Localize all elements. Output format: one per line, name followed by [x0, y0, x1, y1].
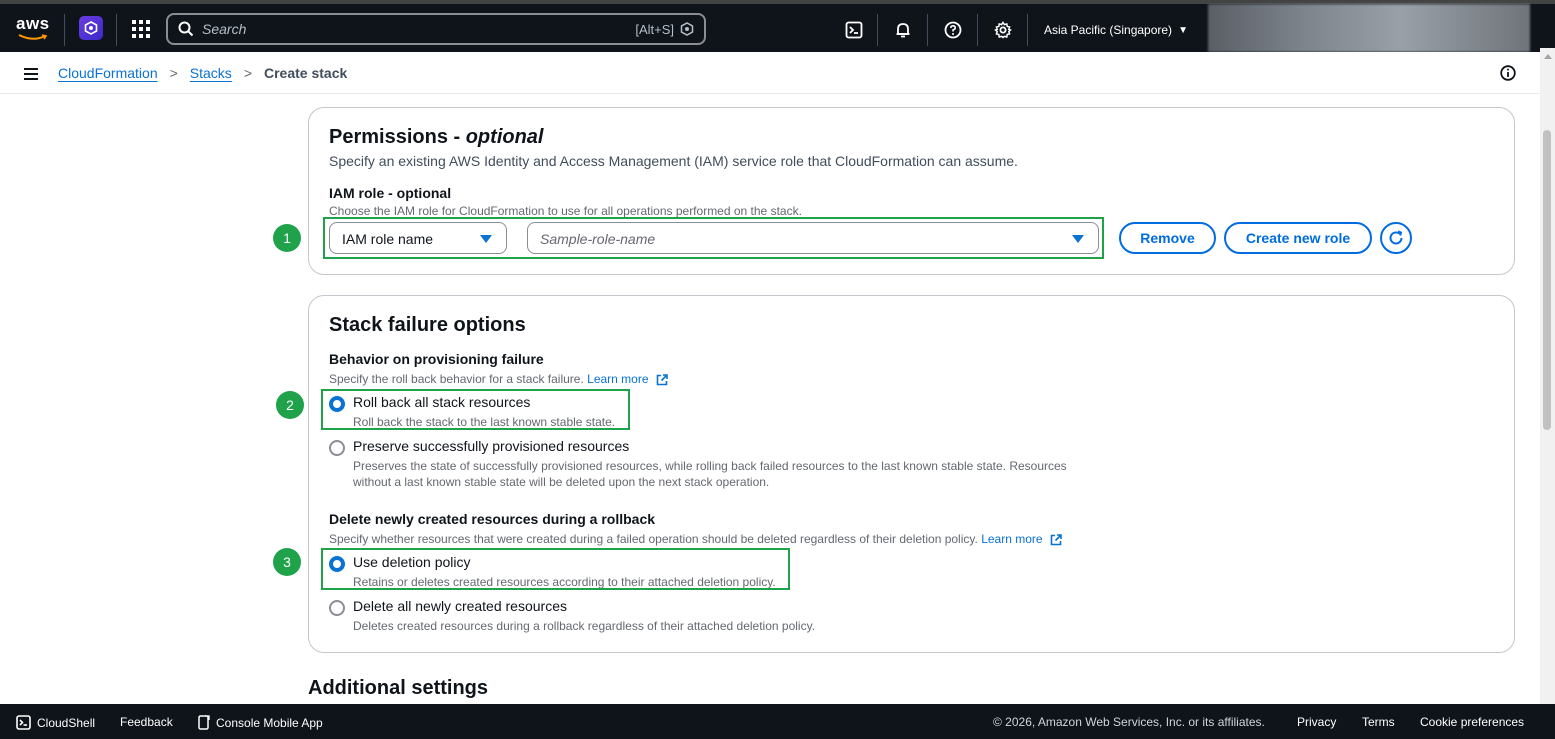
footer-cloudshell[interactable]: CloudShell	[16, 715, 95, 730]
iam-role-label: IAM role - optional	[329, 185, 452, 201]
external-link-icon[interactable]	[1050, 534, 1062, 546]
chevron-right-icon: >	[243, 65, 252, 81]
external-link-icon[interactable]	[656, 374, 668, 386]
nav-divider	[64, 14, 65, 46]
footer-cloudshell-label: CloudShell	[37, 715, 96, 730]
page-scrollbar-thumb[interactable]	[1543, 130, 1551, 430]
nav-divider	[977, 14, 978, 46]
optional-tag: optional	[465, 126, 544, 148]
footer-privacy-link[interactable]: Privacy	[1297, 715, 1336, 729]
extension-app-icon[interactable]	[79, 16, 103, 40]
delete-resources-label: Delete newly created resources during a …	[329, 511, 656, 527]
radio-button[interactable]	[329, 600, 345, 616]
settings-icon[interactable]	[994, 21, 1012, 39]
nav-divider	[1027, 14, 1028, 46]
breadcrumb-bar: CloudFormation > Stacks > Create stack	[0, 52, 1540, 94]
caret-down-icon: ▼	[1178, 24, 1188, 36]
refresh-icon	[1389, 230, 1403, 245]
radio-button[interactable]	[329, 440, 345, 456]
nav-divider	[877, 14, 878, 46]
nav-divider	[927, 14, 928, 46]
search-icon	[178, 21, 194, 37]
create-new-role-button[interactable]: Create new role	[1224, 222, 1372, 254]
cloudshell-icon[interactable]	[845, 21, 863, 39]
learn-more-link[interactable]: Learn more	[981, 532, 1042, 546]
permissions-title: Permissions - optional	[329, 126, 544, 148]
iam-role-description: Choose the IAM role for CloudFormation t…	[329, 204, 802, 218]
annotation-badge-3: 3	[273, 548, 301, 576]
account-menu-redacted[interactable]	[1208, 4, 1530, 52]
footer-copyright: © 2026, Amazon Web Services, Inc. or its…	[993, 715, 1265, 729]
footer-terms-link[interactable]: Terms	[1362, 715, 1395, 729]
aws-logo[interactable]: aws	[16, 14, 50, 44]
learn-more-link[interactable]: Learn more	[587, 372, 648, 386]
radio-label: Preserve successfully provisioned resour…	[353, 438, 630, 454]
delete-resources-description: Specify whether resources that were crea…	[329, 532, 1062, 546]
annotation-badge-2: 2	[276, 391, 304, 419]
help-icon[interactable]	[944, 21, 962, 39]
stack-failure-title: Stack failure options	[329, 314, 526, 336]
search-box[interactable]: [Alt+S]	[166, 13, 706, 45]
nav-divider	[116, 14, 117, 46]
annotation-badge-1: 1	[273, 224, 301, 252]
annotation-box-3	[321, 548, 790, 590]
additional-settings-heading: Additional settings	[308, 677, 488, 699]
search-shortcut-icon	[680, 22, 694, 36]
radio-description: Deletes created resources during a rollb…	[353, 619, 816, 633]
search-shortcut: [Alt+S]	[635, 22, 674, 37]
footer-cookie-preferences-link[interactable]: Cookie preferences	[1420, 715, 1524, 729]
footer-mobile-app-label: Console Mobile App	[216, 715, 323, 730]
permissions-description: Specify an existing AWS Identity and Acc…	[329, 153, 1018, 169]
breadcrumb-stacks[interactable]: Stacks	[190, 65, 232, 81]
region-label: Asia Pacific (Singapore)	[1044, 23, 1173, 37]
top-navigation: aws [Alt+S] Asia Pacific (Singapore) ▼	[0, 0, 1555, 52]
behavior-description: Specify the roll back behavior for a sta…	[329, 372, 668, 386]
behavior-label: Behavior on provisioning failure	[329, 351, 544, 367]
menu-icon[interactable]	[24, 68, 38, 80]
cloudshell-icon	[16, 715, 31, 730]
breadcrumb-current: Create stack	[264, 65, 348, 81]
scroll-up-icon[interactable]	[1544, 54, 1552, 59]
annotation-box-2	[321, 389, 630, 430]
breadcrumb: CloudFormation > Stacks > Create stack	[58, 65, 347, 81]
region-selector[interactable]: Asia Pacific (Singapore) ▼	[1044, 23, 1188, 37]
search-input[interactable]	[202, 20, 602, 38]
footer-feedback[interactable]: Feedback	[120, 715, 173, 729]
footer: CloudShell Feedback Console Mobile App ©…	[0, 704, 1555, 739]
chevron-right-icon: >	[169, 65, 178, 81]
services-grid-icon[interactable]	[132, 20, 150, 38]
radio-label: Delete all newly created resources	[353, 598, 567, 614]
remove-button[interactable]: Remove	[1119, 222, 1216, 254]
radio-description: Preserves the state of successfully prov…	[353, 459, 1067, 489]
annotation-box-1	[323, 217, 1104, 259]
footer-mobile-app[interactable]: Console Mobile App	[198, 715, 323, 730]
info-icon[interactable]	[1500, 65, 1516, 81]
refresh-button[interactable]	[1380, 222, 1412, 254]
breadcrumb-cloudformation[interactable]: CloudFormation	[58, 65, 158, 81]
mobile-app-icon	[198, 715, 210, 730]
aws-logo-text: aws	[16, 14, 50, 33]
bell-icon[interactable]	[894, 21, 912, 39]
